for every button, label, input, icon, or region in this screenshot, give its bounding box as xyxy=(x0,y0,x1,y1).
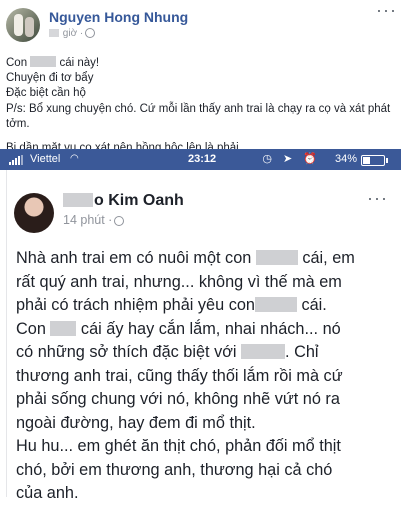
post-line: Chuyện đi tơ bẩy xyxy=(6,72,94,85)
inner-post-line: thương anh trai, cũng thấy thối lắm rồi … xyxy=(16,366,343,385)
inner-more-options-button[interactable]: ··· xyxy=(367,188,388,209)
globe-icon xyxy=(114,215,125,226)
redacted-word xyxy=(255,250,298,265)
inner-post-line: phải có trách nhiệm phải yêu con cái. xyxy=(16,296,327,314)
redacted-word xyxy=(254,297,297,312)
signal-icon xyxy=(9,155,27,165)
post-body: Con cái này! Chuyện đi tơ bẩy Đặc biệt c… xyxy=(6,56,398,156)
globe-icon xyxy=(85,28,96,39)
redacted-word xyxy=(50,320,77,336)
inner-author-name[interactable]: o Kim Oanh xyxy=(63,192,184,210)
author-name[interactable]: Nguyen Hong Nhung xyxy=(49,9,188,25)
inner-post-line: Nhà anh trai em có nuôi một con cái, em xyxy=(16,249,355,267)
status-bar: Viettel ◠ 23:12 ◷ ➤ ⏰ 34% xyxy=(0,149,401,170)
inner-post-timestamp[interactable]: 14 phút · xyxy=(63,213,125,227)
redacted-word xyxy=(30,56,57,67)
inner-post-line: Hu hu... em ghét ăn thịt chó, phản đối m… xyxy=(16,437,341,455)
inner-post-body: Nhà anh trai em có nuôi một con cái, em … xyxy=(16,247,396,506)
inner-author-avatar[interactable] xyxy=(14,193,54,233)
inner-post-line: có những sở thích đặc biệt với . Chỉ xyxy=(16,343,319,361)
post-header: Nguyen Hong Nhung giờ · ··· xyxy=(0,0,401,46)
inner-post-line: của anh. xyxy=(16,484,79,502)
redacted-time xyxy=(49,29,59,38)
status-icons: ◷ ➤ ⏰ xyxy=(262,153,321,165)
inner-post-line: chó, bởi em thương anh, thương hại cả ch… xyxy=(16,460,333,479)
author-avatar[interactable] xyxy=(6,8,40,42)
inner-post-line: phải sống chung với nó, không nhẽ vứt nó… xyxy=(16,390,340,408)
more-options-button[interactable]: ··· xyxy=(376,0,397,21)
battery-percent: 34% xyxy=(334,153,357,165)
inner-post-line: Con cái ấy hay cắn lắm, nhai nhách... nó xyxy=(16,319,341,338)
inner-post-line: ngoài đường, hay đem đi mổ thịt. xyxy=(16,413,256,432)
post-line: P/s: Bổ xung chuyện chó. Cứ mỗi lần thấy… xyxy=(6,102,391,130)
wifi-icon: ◠ xyxy=(70,153,79,164)
inner-post-line: rất quý anh trai, nhưng... không vì thế … xyxy=(16,272,342,291)
redacted-name xyxy=(63,193,93,207)
redacted-word xyxy=(241,344,286,359)
status-clock: 23:12 xyxy=(188,153,217,165)
post-line: Đặc biệt cần hộ xyxy=(6,87,86,100)
post-timestamp[interactable]: giờ · xyxy=(49,28,96,39)
embedded-screenshot: Viettel ◠ 23:12 ◷ ➤ ⏰ 34% o Kim Oanh 14 … xyxy=(0,149,401,502)
inner-post: o Kim Oanh 14 phút · ··· Nhà anh trai em… xyxy=(6,170,401,502)
post-line: Con cái này! xyxy=(6,56,100,69)
carrier-name: Viettel xyxy=(30,153,61,165)
battery-icon xyxy=(361,155,388,166)
